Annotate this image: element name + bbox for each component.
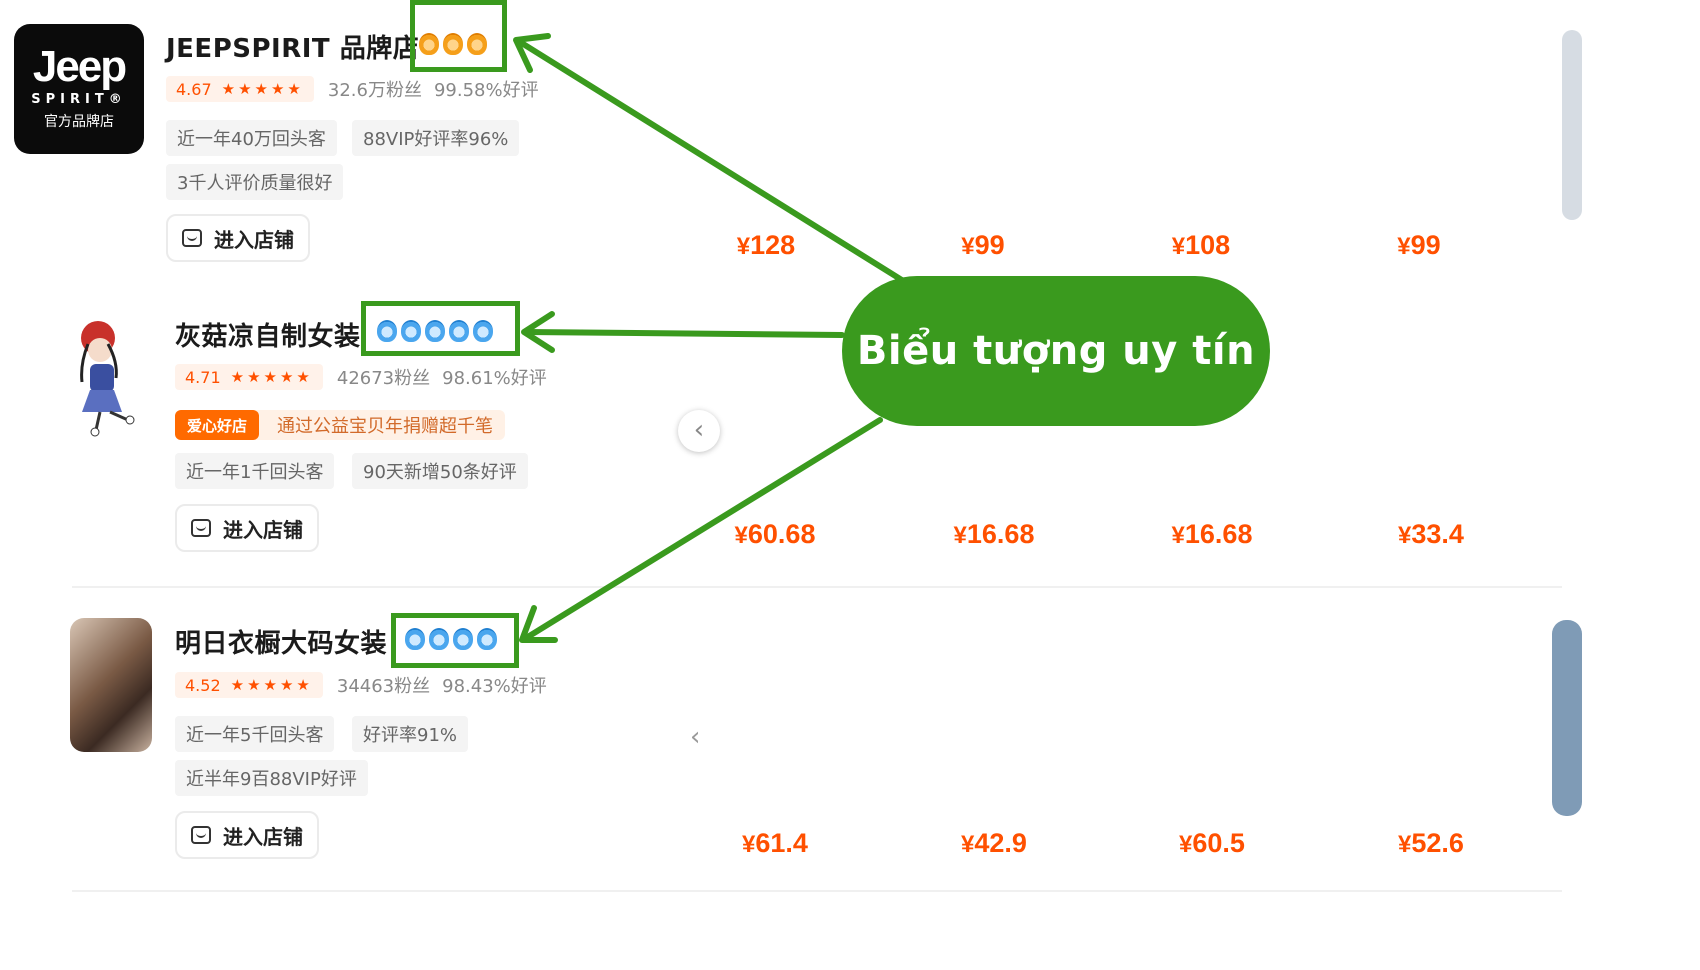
annotation-arrows <box>513 33 908 643</box>
annotation-bubble: Biểu tượng uy tín <box>842 276 1270 426</box>
